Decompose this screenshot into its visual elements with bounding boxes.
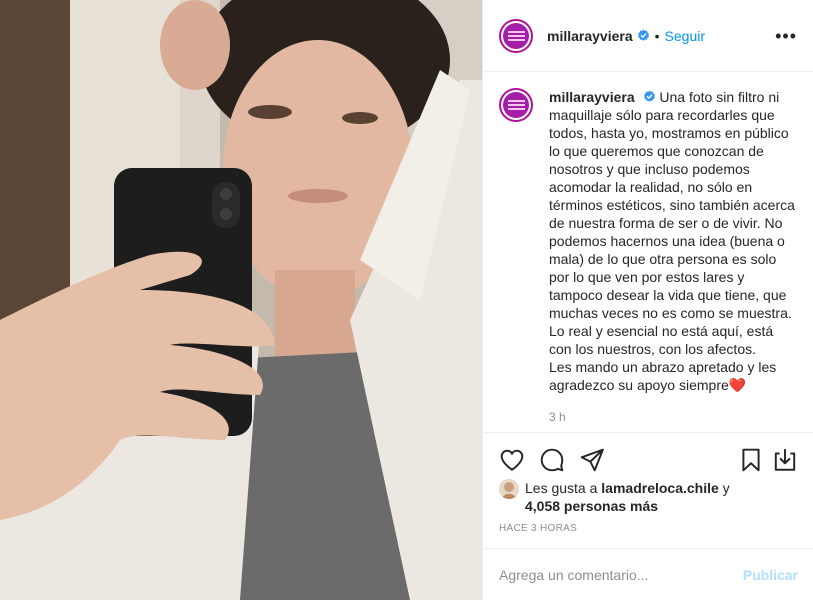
likes-mid: y [718, 480, 730, 496]
heart-emoji: ❤️ [728, 377, 747, 393]
post-header: millarayviera • Seguir ••• [483, 0, 813, 72]
caption-avatar[interactable] [499, 88, 533, 122]
bookmark-icon[interactable] [738, 447, 764, 473]
heart-icon[interactable] [499, 447, 525, 473]
post-side-panel: millarayviera • Seguir ••• millarayviera… [482, 0, 813, 600]
verified-badge-icon [643, 90, 655, 102]
download-icon[interactable] [772, 447, 798, 473]
caption-block: millarayviera Una foto sin filtro ni maq… [499, 88, 799, 426]
comment-box: Publicar [483, 548, 813, 600]
likes-text: Les gusta a lamadreloca.chile y 4,058 pe… [525, 479, 730, 515]
author-avatar[interactable] [499, 18, 533, 53]
liker-avatar[interactable] [499, 479, 519, 499]
post-photo[interactable] [0, 0, 482, 600]
post-date[interactable]: HACE 3 HORAS [499, 523, 577, 534]
publish-button[interactable]: Publicar [743, 567, 798, 583]
likes-count-link[interactable]: 4,058 personas más [525, 498, 658, 514]
likes-user-link[interactable]: lamadreloca.chile [601, 480, 719, 496]
comment-input[interactable] [499, 566, 743, 583]
caption-text-block: millarayviera Una foto sin filtro ni maq… [549, 88, 799, 426]
author-username[interactable]: millarayviera [547, 28, 633, 44]
comment-icon[interactable] [539, 447, 565, 473]
follow-button[interactable]: Seguir [665, 28, 705, 44]
caption-username[interactable]: millarayviera [549, 89, 635, 105]
action-bar [483, 432, 813, 476]
likes-summary: Les gusta a lamadreloca.chile y 4,058 pe… [499, 479, 799, 515]
header-separator: • [654, 27, 660, 44]
more-options-icon[interactable]: ••• [775, 27, 797, 45]
likes-prefix: Les gusta a [525, 480, 602, 496]
verified-badge-icon [637, 29, 649, 41]
caption-text: Una foto sin filtro ni maquillaje sólo p… [549, 89, 795, 393]
share-icon[interactable] [579, 447, 605, 473]
caption-timestamp[interactable]: 3 h [549, 408, 799, 426]
